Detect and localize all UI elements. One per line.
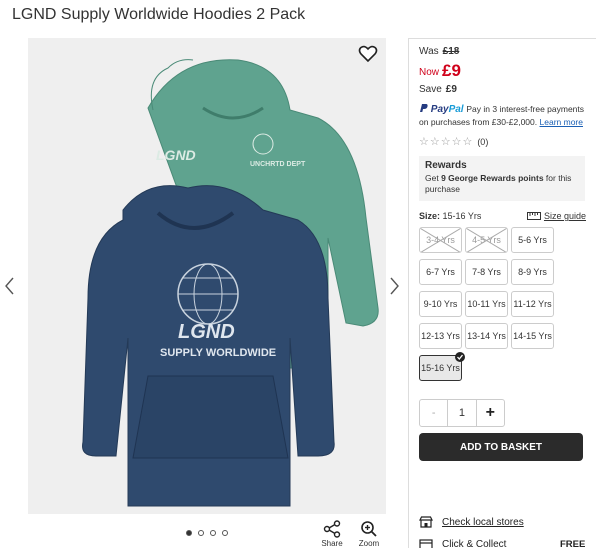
size-option[interactable]: 13-14 Yrs [465, 323, 508, 349]
product-title: LGND Supply Worldwide Hoodies 2 Pack [12, 6, 306, 23]
size-option[interactable]: 7-8 Yrs [465, 259, 508, 285]
rating[interactable]: ☆☆☆☆☆ (0) [419, 135, 586, 148]
rewards-box: Rewards Get 9 George Rewards points for … [419, 156, 585, 201]
buy-panel: Was £18 Now £9 Save £9 PayPal Pay in 3 inte… [408, 38, 596, 548]
product-image[interactable]: LGND UNCHRTD DEPT LGND SUPPLY WORLDWIDE [28, 38, 386, 514]
gallery-pagination [186, 530, 228, 536]
gallery-dot[interactable] [210, 530, 216, 536]
click-collect-row[interactable]: Click & Collect FREE [419, 538, 585, 548]
hoodie-back-print-1: LGND [156, 147, 196, 163]
size-option-label: 3-4 Yrs [426, 235, 455, 245]
size-options: 3-4 Yrs 4-5 Yrs 5-6 Yrs 6-7 Yrs 7-8 Yrs 8-9 Y… [419, 227, 586, 381]
size-option-label: 7-8 Yrs [472, 267, 501, 277]
add-to-basket-button[interactable]: ADD TO BASKET [419, 433, 583, 461]
click-collect-label: Click & Collect [442, 538, 507, 548]
paypal-message: PayPal Pay in 3 interest-free payments o… [419, 103, 586, 128]
size-guide-ruler-icon [526, 212, 541, 220]
chevron-right-icon[interactable] [388, 276, 400, 296]
zoom-label: Zoom [358, 539, 380, 548]
hoodies-illustration: LGND UNCHRTD DEPT LGND SUPPLY WORLDWIDE [82, 59, 379, 507]
size-option[interactable]: 10-11 Yrs [465, 291, 508, 317]
quantity-value[interactable]: 1 [448, 400, 475, 426]
size-option[interactable]: 15-16 Yrs [419, 352, 465, 381]
size-option[interactable]: 3-4 Yrs [419, 227, 462, 253]
size-guide-link[interactable]: Size guide [526, 211, 586, 221]
size-header: Size: 15-16 Yrs Size guide [419, 211, 586, 221]
paypal-logo: PayPal [419, 104, 466, 115]
size-option-label: 9-10 Yrs [423, 299, 458, 309]
size-option-label: 6-7 Yrs [426, 267, 455, 277]
quantity-increase-button[interactable]: + [475, 400, 504, 426]
share-label: Share [321, 539, 343, 548]
size-option-label: 5-6 Yrs [518, 235, 547, 245]
hoodie-front-print-2: SUPPLY WORLDWIDE [160, 347, 276, 359]
was-price: Was £18 [419, 46, 586, 57]
size-option[interactable]: 4-5 Yrs [465, 227, 508, 253]
size-option-label: 13-14 Yrs [467, 331, 506, 341]
hoodie-back-print-2: UNCHRTD DEPT [250, 161, 306, 168]
save-label: Save [419, 84, 442, 95]
share-button[interactable]: Share [319, 520, 345, 548]
gallery-dot[interactable] [186, 530, 192, 536]
save-amount: Save £9 [419, 84, 586, 95]
hoodie-front-print-1: LGND [178, 321, 235, 343]
size-option-label: 4-5 Yrs [472, 235, 501, 245]
quantity-decrease-button[interactable]: - [420, 400, 449, 426]
size-option[interactable]: 12-13 Yrs [419, 323, 462, 349]
size-option[interactable]: 6-7 Yrs [419, 259, 462, 285]
gallery-dot[interactable] [198, 530, 204, 536]
rewards-text: Get 9 George Rewards points for this pur… [425, 173, 572, 194]
size-option[interactable]: 11-12 Yrs [511, 291, 554, 317]
selected-check-icon [455, 352, 465, 362]
now-label: Now [419, 67, 440, 78]
click-collect-icon [419, 539, 433, 548]
size-option-label: 8-9 Yrs [518, 267, 547, 277]
save-value: £9 [445, 84, 457, 95]
quantity-stepper: - 1 + [419, 399, 505, 427]
review-count: (0) [477, 136, 489, 147]
size-option-label: 10-11 Yrs [467, 299, 506, 309]
chevron-left-icon[interactable] [4, 276, 16, 296]
rewards-heading: Rewards [425, 160, 467, 171]
check-stores-row[interactable]: Check local stores [419, 516, 524, 528]
size-option-label: 14-15 Yrs [513, 331, 552, 341]
selected-size: 15-16 Yrs [442, 211, 482, 221]
heart-icon[interactable] [358, 44, 378, 64]
size-option-label: 15-16 Yrs [421, 363, 460, 373]
share-icon [323, 520, 341, 538]
rating-stars-icon: ☆☆☆☆☆ [419, 136, 474, 148]
was-value: £18 [442, 46, 460, 57]
size-option-label: 12-13 Yrs [421, 331, 460, 341]
size-option[interactable]: 8-9 Yrs [511, 259, 554, 285]
now-price: Now £9 [419, 61, 586, 81]
was-label: Was [419, 46, 439, 57]
store-icon [419, 516, 433, 528]
learn-more-link[interactable]: Learn more [540, 117, 583, 127]
size-label: Size: [419, 211, 441, 221]
zoom-button[interactable]: Zoom [356, 520, 382, 548]
zoom-icon [361, 521, 377, 537]
size-option[interactable]: 5-6 Yrs [511, 227, 554, 253]
gallery-dot[interactable] [222, 530, 228, 536]
size-option-label: 11-12 Yrs [513, 299, 552, 309]
paypal-icon [420, 104, 428, 112]
size-option[interactable]: 14-15 Yrs [511, 323, 554, 349]
check-local-stores-link[interactable]: Check local stores [442, 517, 524, 528]
now-value: £9 [442, 61, 461, 80]
size-option[interactable]: 9-10 Yrs [419, 291, 462, 317]
click-collect-price: FREE [560, 538, 586, 548]
